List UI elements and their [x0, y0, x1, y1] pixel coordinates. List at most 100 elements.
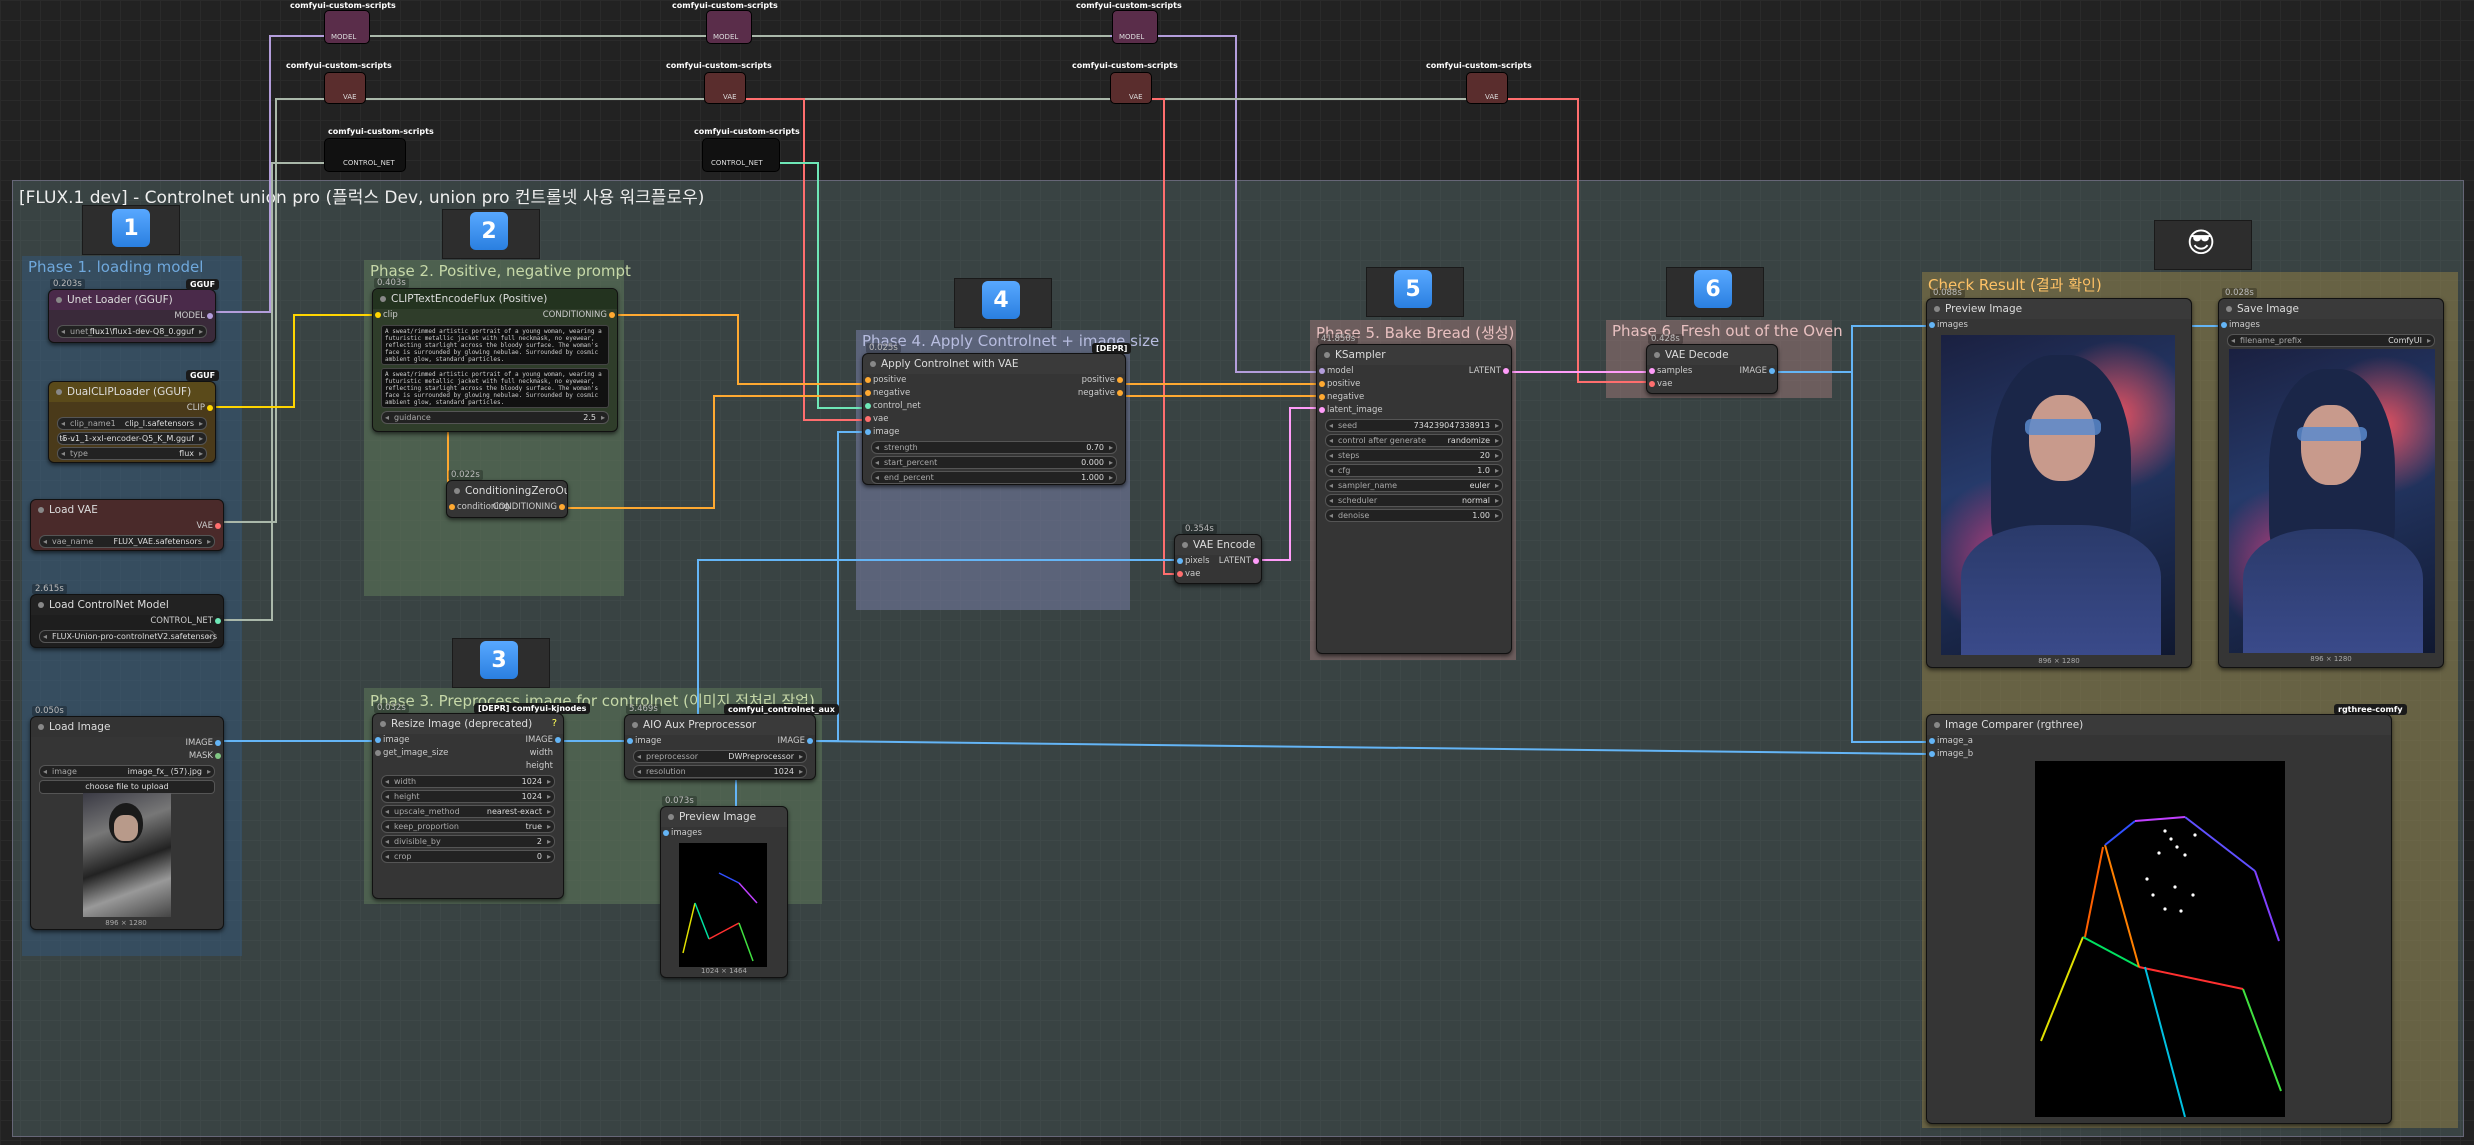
t5xxl-prompt-textarea[interactable]: A sweat/rimmed artistic portrait of a yo… [381, 368, 609, 408]
comparer-in-a-row[interactable]: image_a [1927, 735, 2391, 748]
applycn-end-widget[interactable]: end_percent 1.000 [871, 471, 1117, 484]
node-load-controlnet[interactable]: Load ControlNet Model CONTROL_NET FLUX-U… [30, 594, 224, 648]
loadvae-vae-dot[interactable] [215, 523, 221, 529]
reroute-controlnet-2[interactable]: CONTROL_NET [702, 138, 780, 172]
resize-divisible-widget[interactable]: divisible_by 2 [381, 835, 555, 848]
node-load-image[interactable]: Load Image IMAGE MASK image image_fx_ (57… [30, 716, 224, 930]
node-conditioning-zero-out[interactable]: ConditioningZeroOut conditioning CONDITI… [446, 480, 568, 518]
resize-width-widget[interactable]: width 1024 [381, 775, 555, 788]
resize-help-icon[interactable]: ? [552, 718, 557, 729]
aio-io-row[interactable]: image IMAGE [625, 735, 815, 748]
loadvae-output-row[interactable]: VAE [31, 520, 223, 533]
unet-name-widget[interactable]: unet_n...flux1\flux1-dev-Q8_0.gguf [57, 325, 207, 338]
ksampler-in-pos-dot[interactable] [1319, 381, 1325, 387]
ksampler-row-3[interactable]: negative [1317, 391, 1511, 404]
applycn-row-1[interactable]: positive positive [863, 374, 1125, 387]
resize-row-2[interactable]: get_image_size width [373, 747, 563, 760]
vaeencode-in-vae-dot[interactable] [1177, 571, 1183, 577]
loadcn-output-row[interactable]: CONTROL_NET [31, 615, 223, 628]
saveimage-prefix-widget[interactable]: filename_prefix ComfyUI [2227, 334, 2435, 347]
aio-out-dot[interactable] [807, 738, 813, 744]
ksampler-scheduler-widget[interactable]: scheduler normal [1325, 494, 1503, 507]
saveimage-in-dot[interactable] [2221, 322, 2227, 328]
reroute-model-1[interactable]: MODEL [324, 10, 370, 44]
cliptext-clip-dot[interactable] [375, 312, 381, 318]
node-vae-encode[interactable]: VAE Encode pixels LATENT vae [1174, 534, 1262, 584]
vaedecode-out-dot[interactable] [1769, 368, 1775, 374]
loadimage-file-widget[interactable]: image image_fx_ (57).jpg [39, 765, 215, 778]
reroute-vae-1[interactable]: VAE [324, 72, 366, 104]
cliptext-cond-dot[interactable] [609, 312, 615, 318]
reroute-vae-3[interactable]: VAE [1110, 72, 1152, 104]
dualclip-clip2-widget[interactable]: ...t5-v1_1-xxl-encoder-Q5_K_M.gguf [57, 432, 207, 445]
ksampler-sampler-widget[interactable]: sampler_name euler [1325, 479, 1503, 492]
node-clip-text-encode[interactable]: CLIPTextEncodeFlux (Positive) clip CONDI… [372, 288, 618, 432]
unet-model-dot[interactable] [207, 313, 213, 319]
ksampler-out-dot[interactable] [1503, 368, 1509, 374]
ksampler-in-latent-dot[interactable] [1319, 407, 1325, 413]
vaeencode-out-dot[interactable] [1253, 558, 1259, 564]
preview-big-in-dot[interactable] [1929, 322, 1935, 328]
node-resize-image[interactable]: Resize Image (deprecated) ? image IMAGE … [372, 713, 564, 899]
ksampler-in-model-dot[interactable] [1319, 368, 1325, 374]
reroute-controlnet-1[interactable]: CONTROL_NET [324, 138, 406, 172]
reroute-vae-4[interactable]: VAE [1466, 72, 1508, 104]
resize-method-widget[interactable]: upscale_method nearest-exact [381, 805, 555, 818]
applycn-out-neg-dot[interactable] [1117, 390, 1123, 396]
node-unet-loader[interactable]: Unet Loader (GGUF) MODEL unet_n...flux1\… [48, 289, 216, 343]
ksampler-steps-widget[interactable]: steps 20 [1325, 449, 1503, 462]
node-preview-image-big[interactable]: Preview Image images 896 × 1280 [1926, 298, 2192, 668]
vaedecode-row-2[interactable]: vae [1647, 378, 1777, 391]
comparer-in-b-dot[interactable] [1929, 751, 1935, 757]
vaeencode-in-pixels-dot[interactable] [1177, 558, 1183, 564]
resize-in-size-dot[interactable] [375, 750, 381, 756]
node-dualclip-loader[interactable]: DualCLIPLoader (GGUF) CLIP clip_name1cli… [48, 381, 216, 463]
loadcn-cn-dot[interactable] [215, 618, 221, 624]
node-save-image[interactable]: Save Image images filename_prefix ComfyUI… [2218, 298, 2444, 668]
loadcn-model-widget[interactable]: FLUX-Union-pro-controlnetV2.safetensors [39, 630, 217, 643]
reroute-vae-2[interactable]: VAE [704, 72, 746, 104]
applycn-row-3[interactable]: control_net [863, 400, 1125, 413]
node-aio-preprocessor[interactable]: AIO Aux Preprocessor image IMAGE preproc… [624, 714, 816, 780]
vaeencode-row-1[interactable]: pixels LATENT [1175, 555, 1261, 568]
resize-row-3[interactable]: height [373, 760, 563, 773]
applycn-in-vae-dot[interactable] [865, 416, 871, 422]
node-load-vae[interactable]: Load VAE VAE vae_name FLUX_VAE.safetensor… [30, 499, 224, 551]
condzero-io-row[interactable]: conditioning CONDITIONING [447, 501, 567, 514]
resize-row-1[interactable]: image IMAGE [373, 734, 563, 747]
ksampler-in-neg-dot[interactable] [1319, 394, 1325, 400]
resize-crop-widget[interactable]: crop 0 [381, 850, 555, 863]
upload-button[interactable]: choose file to upload [39, 780, 215, 794]
applycn-in-cn-dot[interactable] [865, 403, 871, 409]
resize-height-widget[interactable]: height 1024 [381, 790, 555, 803]
unet-output-row[interactable]: MODEL [49, 310, 215, 323]
loadimage-out-image-row[interactable]: IMAGE [31, 737, 223, 750]
resize-keep-proportion-toggle[interactable]: keep_proportion true [381, 820, 555, 833]
node-preview-image-small[interactable]: Preview Image images 1024 × 1464 [660, 806, 788, 978]
saveimage-in-row[interactable]: images [2219, 319, 2443, 332]
loadimage-out-mask-row[interactable]: MASK [31, 750, 223, 763]
ksampler-row-4[interactable]: latent_image [1317, 404, 1511, 417]
comparer-in-b-row[interactable]: image_b [1927, 748, 2391, 761]
dualclip-output-row[interactable]: CLIP [49, 402, 215, 415]
vaedecode-in-vae-dot[interactable] [1649, 381, 1655, 387]
aio-preprocessor-widget[interactable]: preprocessor DWPreprocessor [633, 750, 807, 763]
preview-big-in-row[interactable]: images [1927, 319, 2191, 332]
preview-small-in-dot[interactable] [663, 830, 669, 836]
node-ksampler[interactable]: KSampler model LATENT positive negative … [1316, 344, 1512, 654]
applycn-in-neg-dot[interactable] [865, 390, 871, 396]
node-vae-decode[interactable]: VAE Decode samples IMAGE vae [1646, 344, 1778, 394]
comparer-pose-image[interactable] [2035, 761, 2285, 1117]
applycn-out-pos-dot[interactable] [1117, 377, 1123, 383]
node-apply-controlnet[interactable]: Apply Controlnet with VAE positive posit… [862, 353, 1126, 485]
applycn-start-widget[interactable]: start_percent 0.000 [871, 456, 1117, 469]
preview-small-in-row[interactable]: images [661, 827, 787, 840]
dualclip-clip-dot[interactable] [207, 405, 213, 411]
loadvae-name-widget[interactable]: vae_name FLUX_VAE.safetensors [39, 535, 215, 548]
applycn-row-5[interactable]: image [863, 426, 1125, 439]
aio-in-dot[interactable] [627, 738, 633, 744]
cliptext-io-row[interactable]: clip CONDITIONING [373, 309, 617, 322]
ksampler-cfg-widget[interactable]: cfg 1.0 [1325, 464, 1503, 477]
applycn-in-image-dot[interactable] [865, 429, 871, 435]
applycn-in-pos-dot[interactable] [865, 377, 871, 383]
